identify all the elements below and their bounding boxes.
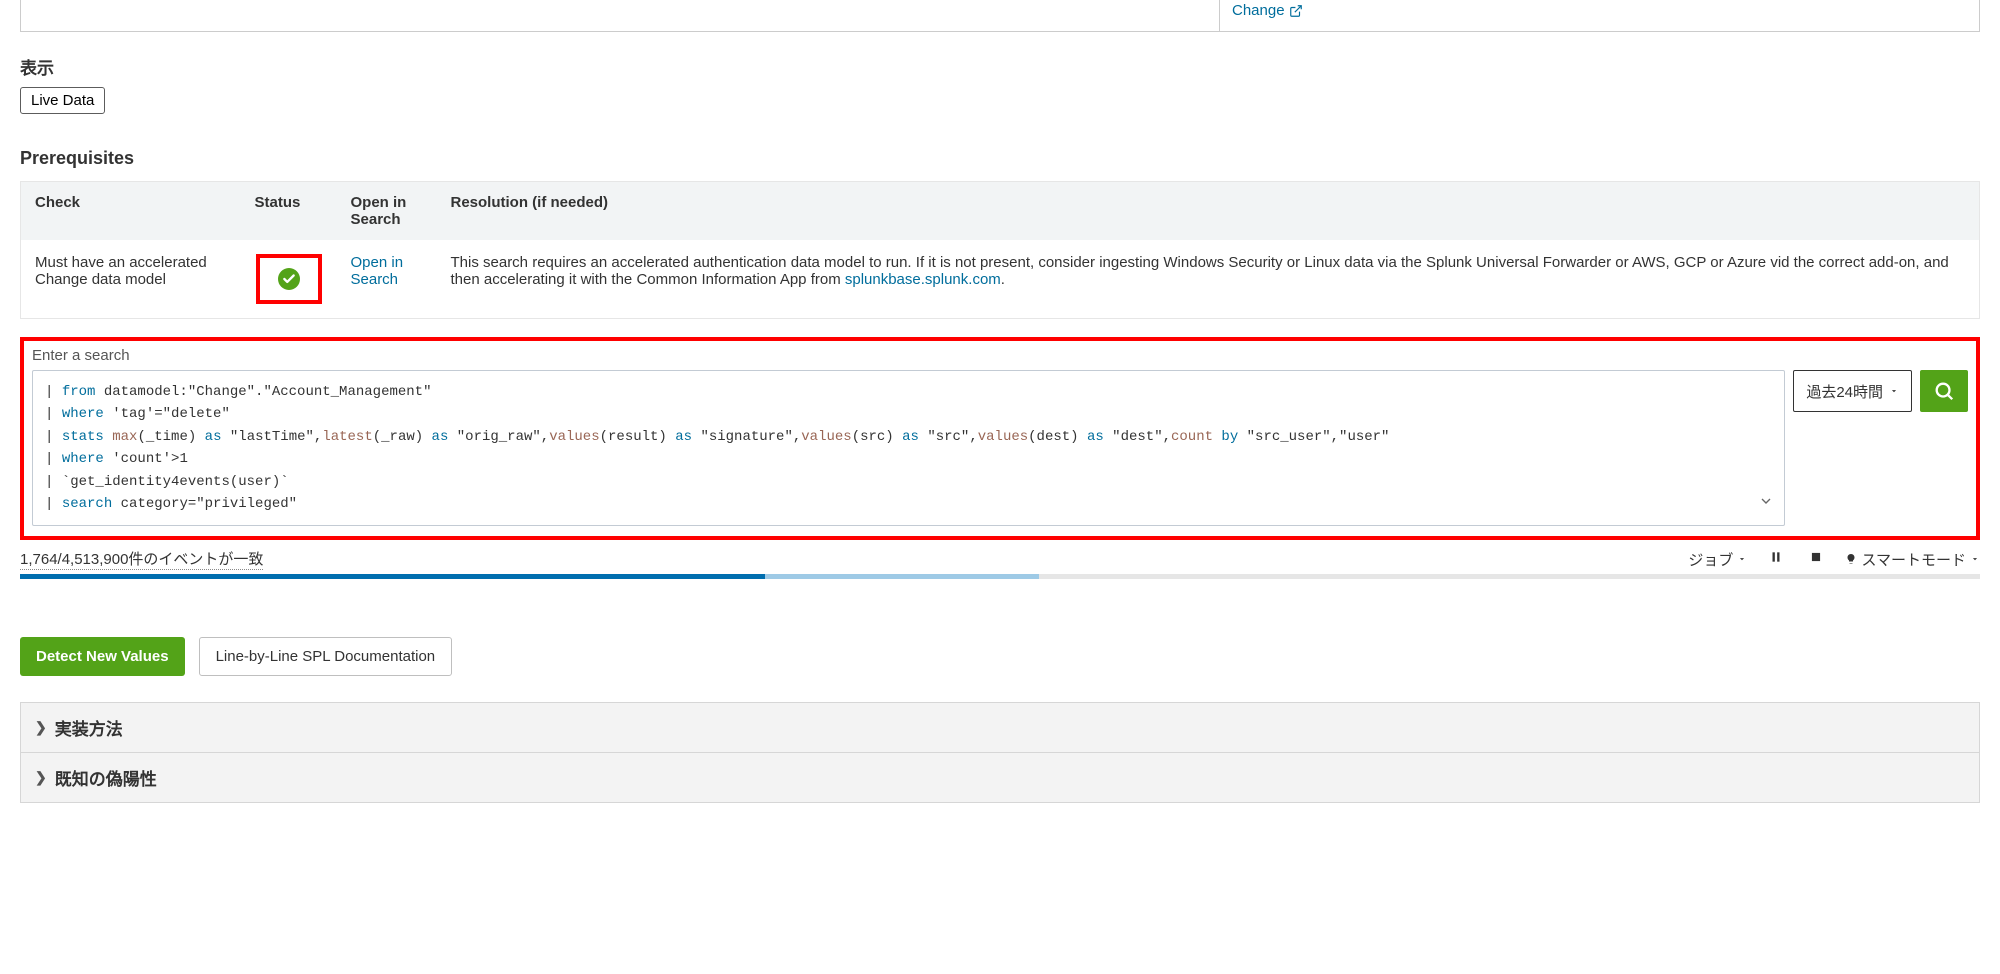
caret-down-icon — [1737, 554, 1747, 564]
display-section: 表示 Live Data — [20, 54, 1980, 114]
open-in-search-link[interactable]: Open in Search — [351, 254, 404, 288]
pause-icon — [1769, 550, 1783, 564]
chevron-right-icon: ❯ — [35, 769, 47, 786]
smart-mode-label: スマートモード — [1861, 549, 1966, 570]
external-link-icon — [1289, 4, 1303, 18]
accordion-label: 既知の偽陽性 — [55, 765, 157, 790]
search-highlight-box: Enter a search | from datamodel:"Change"… — [20, 337, 1980, 540]
cell-status — [241, 240, 337, 319]
resolution-text: This search requires an accelerated auth… — [451, 254, 1949, 288]
search-progress-bar — [20, 574, 1980, 579]
display-label: 表示 — [20, 54, 1980, 79]
action-buttons: Detect New Values Line-by-Line SPL Docum… — [20, 637, 1980, 676]
job-label: ジョブ — [1688, 549, 1733, 570]
stop-button[interactable] — [1805, 548, 1827, 570]
splunkbase-link[interactable]: splunkbase.splunk.com — [845, 271, 1001, 288]
time-range-picker[interactable]: 過去24時間 — [1793, 370, 1912, 412]
prerequisites-table: Check Status Open in Search Resolution (… — [20, 181, 1980, 319]
prerequisites-title: Prerequisites — [20, 148, 1980, 169]
search-input[interactable]: | from datamodel:"Change"."Account_Manag… — [32, 370, 1785, 526]
lightbulb-icon — [1845, 552, 1857, 566]
chevron-right-icon: ❯ — [35, 719, 47, 736]
search-label: Enter a search — [32, 347, 1968, 364]
run-search-button[interactable] — [1920, 370, 1968, 412]
cell-openin: Open in Search — [337, 240, 437, 319]
status-highlight-box — [256, 254, 322, 304]
caret-down-icon — [1970, 554, 1980, 564]
change-link-label: Change — [1232, 2, 1285, 19]
caret-down-icon — [1889, 386, 1899, 396]
accordion-label: 実装方法 — [55, 715, 123, 740]
col-header-resolution: Resolution (if needed) — [437, 182, 1980, 241]
pause-button[interactable] — [1765, 548, 1787, 570]
col-header-openin: Open in Search — [337, 182, 437, 241]
prerequisites-section: Prerequisites Check Status Open in Searc… — [20, 148, 1980, 319]
col-header-check: Check — [21, 182, 241, 241]
stop-icon — [1809, 550, 1823, 564]
change-link[interactable]: Change — [1232, 2, 1303, 19]
job-menu[interactable]: ジョブ — [1688, 549, 1747, 570]
top-info-box: Change — [20, 0, 1980, 32]
resolution-suffix: . — [1001, 271, 1005, 288]
time-range-label: 過去24時間 — [1806, 381, 1883, 402]
smart-mode-menu[interactable]: スマートモード — [1845, 549, 1980, 570]
table-row: Must have an accelerated Change data mod… — [21, 240, 1980, 319]
search-status-bar: 1,764/4,513,900件のイベントが一致 ジョブ スマートモード — [20, 548, 1980, 570]
accordion-item-false-positives[interactable]: ❯ 既知の偽陽性 — [20, 752, 1980, 803]
col-header-status: Status — [241, 182, 337, 241]
accordion: ❯ 実装方法 ❯ 既知の偽陽性 — [20, 702, 1980, 803]
cell-check: Must have an accelerated Change data mod… — [21, 240, 241, 319]
search-icon — [1933, 380, 1955, 402]
detect-new-values-button[interactable]: Detect New Values — [20, 637, 185, 676]
cell-resolution: This search requires an accelerated auth… — [437, 240, 1980, 319]
events-count: 1,764/4,513,900件のイベントが一致 — [20, 548, 263, 570]
check-success-icon — [278, 268, 300, 290]
spl-documentation-button[interactable]: Line-by-Line SPL Documentation — [199, 637, 453, 676]
accordion-item-implementation[interactable]: ❯ 実装方法 — [20, 702, 1980, 752]
chevron-down-icon[interactable] — [1758, 493, 1774, 517]
live-data-button[interactable]: Live Data — [20, 87, 105, 114]
